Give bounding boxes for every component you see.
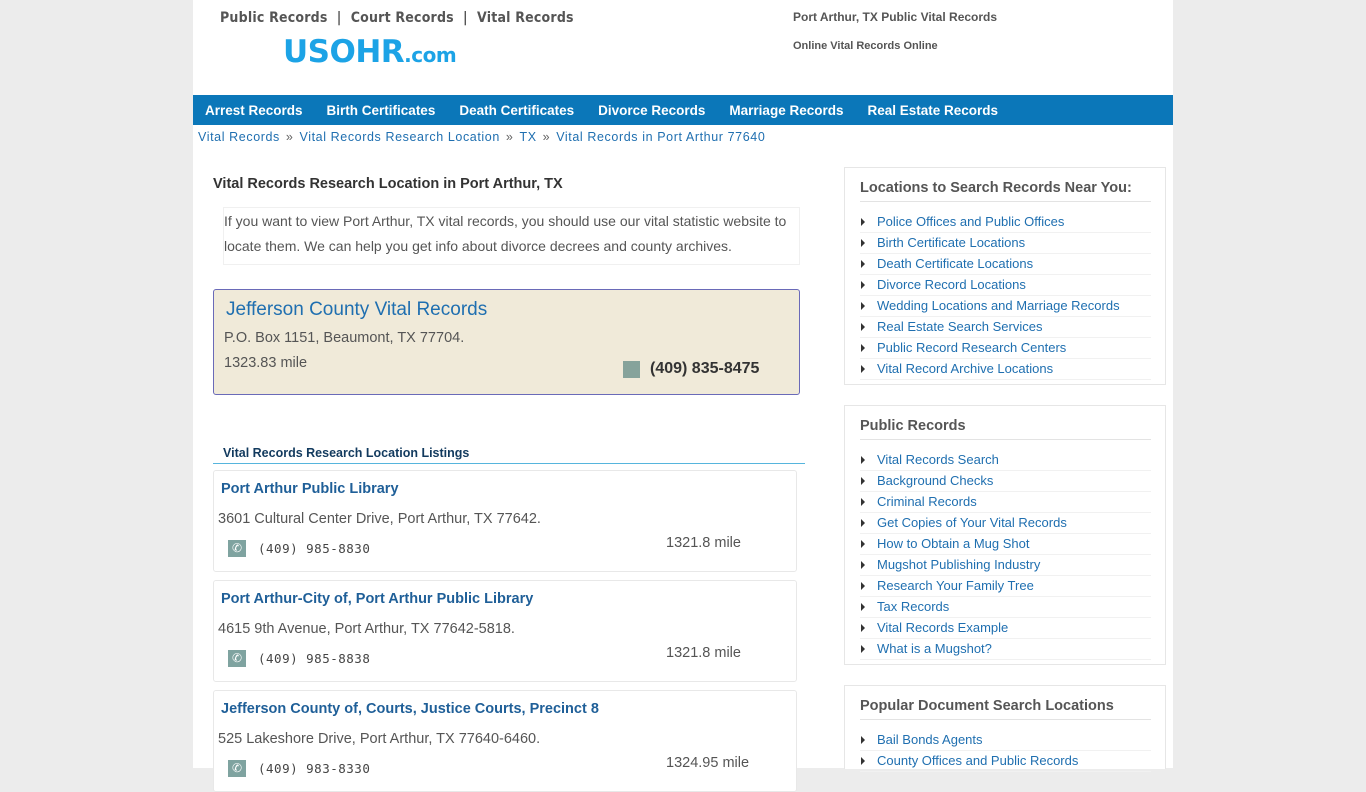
logo-main: USOHR — [283, 34, 405, 70]
sidebar-item[interactable]: Vital Records Search — [860, 450, 1151, 471]
sidebar-link[interactable]: Real Estate Search Services — [877, 319, 1042, 334]
listing-name[interactable]: Port Arthur-City of, Port Arthur Public … — [221, 591, 533, 607]
header-page-title: Port Arthur, TX Public Vital Records — [793, 10, 998, 24]
sidebar-link[interactable]: Divorce Record Locations — [877, 277, 1026, 292]
sidebar-item[interactable]: County Offices and Public Records — [860, 751, 1151, 772]
listing-name[interactable]: Jefferson County of, Courts, Justice Cou… — [221, 701, 599, 717]
sidebar-item[interactable]: What is a Mugshot? — [860, 639, 1151, 660]
nav-birth-certificates[interactable]: Birth Certificates — [327, 103, 436, 118]
sidebar-item[interactable]: Real Estate Search Services — [860, 317, 1151, 338]
site-logo[interactable]: USOHR.com — [283, 34, 457, 70]
nav-arrest-records[interactable]: Arrest Records — [205, 103, 303, 118]
sidebar-heading: Locations to Search Records Near You: — [860, 180, 1151, 202]
sidebar-link[interactable]: County Offices and Public Records — [877, 753, 1078, 768]
nav-divorce-records[interactable]: Divorce Records — [598, 103, 705, 118]
breadcrumb-tx[interactable]: TX — [519, 130, 536, 144]
sidebar-link[interactable]: Criminal Records — [877, 494, 977, 509]
sidebar-item[interactable]: Criminal Records — [860, 492, 1151, 513]
sidebar-link[interactable]: What is a Mugshot? — [877, 641, 992, 656]
sidebar-item[interactable]: Vital Records Example — [860, 618, 1151, 639]
sidebar-item[interactable]: Research Your Family Tree — [860, 576, 1151, 597]
logo-suffix: .com — [404, 43, 457, 67]
sidebar-link[interactable]: Public Record Research Centers — [877, 340, 1066, 355]
listing-name[interactable]: Port Arthur Public Library — [221, 481, 399, 497]
listing-phone[interactable]: (409) 985-8838 — [258, 651, 370, 666]
sidebar-link[interactable]: Birth Certificate Locations — [877, 235, 1025, 250]
header-subtitle: Online Vital Records Online — [793, 40, 938, 52]
listing-address: 4615 9th Avenue, Port Arthur, TX 77642-5… — [218, 621, 515, 637]
sidebar-item[interactable]: Divorce Record Locations — [860, 275, 1151, 296]
page-title: Vital Records Research Location in Port … — [213, 176, 563, 192]
sidebar-link[interactable]: Research Your Family Tree — [877, 578, 1034, 593]
sidebar-item[interactable]: Bail Bonds Agents — [860, 730, 1151, 751]
nav-real-estate-records[interactable]: Real Estate Records — [867, 103, 998, 118]
breadcrumb-vital-records[interactable]: Vital Records — [198, 130, 280, 144]
listing-address: 525 Lakeshore Drive, Port Arthur, TX 776… — [218, 731, 541, 747]
phone-icon — [623, 361, 640, 378]
sidebar-item[interactable]: Mugshot Publishing Industry — [860, 555, 1151, 576]
sidebar-link[interactable]: Vital Records Example — [877, 620, 1008, 635]
breadcrumb-separator: » — [285, 130, 294, 144]
sidebar-item[interactable]: Vital Record Archive Locations — [860, 359, 1151, 380]
featured-location-name[interactable]: Jefferson County Vital Records — [226, 299, 487, 321]
sidebar-link[interactable]: Vital Record Archive Locations — [877, 361, 1053, 376]
sidebar-item[interactable]: How to Obtain a Mug Shot — [860, 534, 1151, 555]
sidebar-item[interactable]: Death Certificate Locations — [860, 254, 1151, 275]
sidebar-link[interactable]: Death Certificate Locations — [877, 256, 1033, 271]
listing-card: Port Arthur-City of, Port Arthur Public … — [213, 580, 797, 682]
featured-location-distance: 1323.83 mile — [224, 355, 308, 371]
sidebar-link[interactable]: Bail Bonds Agents — [877, 732, 983, 747]
sidebar-heading: Popular Document Search Locations — [860, 698, 1151, 720]
intro-text: If you want to view Port Arthur, TX vita… — [223, 207, 800, 265]
listings-heading: Vital Records Research Location Listings — [213, 446, 805, 464]
listing-card: Jefferson County of, Courts, Justice Cou… — [213, 690, 797, 792]
sidebar-link[interactable]: How to Obtain a Mug Shot — [877, 536, 1029, 551]
sidebar-link[interactable]: Tax Records — [877, 599, 949, 614]
breadcrumb-research-location[interactable]: Vital Records Research Location — [299, 130, 499, 144]
breadcrumb-separator: » — [505, 130, 514, 144]
featured-location: Jefferson County Vital Records P.O. Box … — [213, 289, 800, 395]
nav-marriage-records[interactable]: Marriage Records — [729, 103, 843, 118]
breadcrumb: Vital Records » Vital Records Research Loc… — [198, 130, 765, 144]
page: Public Records | Court Records | Vital R… — [193, 0, 1173, 792]
listing-distance: 1321.8 mile — [666, 645, 741, 661]
nav-death-certificates[interactable]: Death Certificates — [459, 103, 574, 118]
sidebar-item[interactable]: Wedding Locations and Marriage Records — [860, 296, 1151, 317]
listing-card: Port Arthur Public Library 3601 Cultural… — [213, 470, 797, 572]
phone-icon: ✆ — [228, 650, 246, 667]
sidebar-link[interactable]: Background Checks — [877, 473, 993, 488]
sidebar-link[interactable]: Vital Records Search — [877, 452, 999, 467]
sidebar-item[interactable]: Police Offices and Public Offices — [860, 212, 1151, 233]
site-tagline: Public Records | Court Records | Vital R… — [220, 10, 574, 26]
listing-distance: 1324.95 mile — [666, 755, 750, 771]
main-nav: Arrest Records Birth Certificates Death … — [193, 95, 1173, 125]
listing-distance: 1321.8 mile — [666, 535, 741, 551]
listing-phone[interactable]: (409) 983-8330 — [258, 761, 370, 776]
sidebar-item[interactable]: Background Checks — [860, 471, 1151, 492]
breadcrumb-current[interactable]: Vital Records in Port Arthur 77640 — [556, 130, 765, 144]
sidebar-item[interactable]: Public Record Research Centers — [860, 338, 1151, 359]
featured-location-address: P.O. Box 1151, Beaumont, TX 77704. — [224, 330, 465, 346]
sidebar-popular-locations: Popular Document Search Locations Bail B… — [844, 685, 1166, 772]
sidebar-heading: Public Records — [860, 418, 1151, 440]
sidebar-link[interactable]: Police Offices and Public Offices — [877, 214, 1064, 229]
sidebar-near-locations: Locations to Search Records Near You: Po… — [844, 167, 1166, 385]
sidebar-link[interactable]: Wedding Locations and Marriage Records — [877, 298, 1120, 313]
sidebar-public-records: Public Records Vital Records Search Back… — [844, 405, 1166, 665]
featured-location-phone[interactable]: (409) 835-8475 — [650, 360, 759, 378]
listing-address: 3601 Cultural Center Drive, Port Arthur,… — [218, 511, 541, 527]
sidebar-link[interactable]: Get Copies of Your Vital Records — [877, 515, 1067, 530]
sidebar-item[interactable]: Birth Certificate Locations — [860, 233, 1151, 254]
phone-icon: ✆ — [228, 540, 246, 557]
phone-icon: ✆ — [228, 760, 246, 777]
sidebar-item[interactable]: Tax Records — [860, 597, 1151, 618]
listing-phone[interactable]: (409) 985-8830 — [258, 541, 370, 556]
sidebar-link[interactable]: Mugshot Publishing Industry — [877, 557, 1040, 572]
sidebar-item[interactable]: Get Copies of Your Vital Records — [860, 513, 1151, 534]
breadcrumb-separator: » — [542, 130, 551, 144]
